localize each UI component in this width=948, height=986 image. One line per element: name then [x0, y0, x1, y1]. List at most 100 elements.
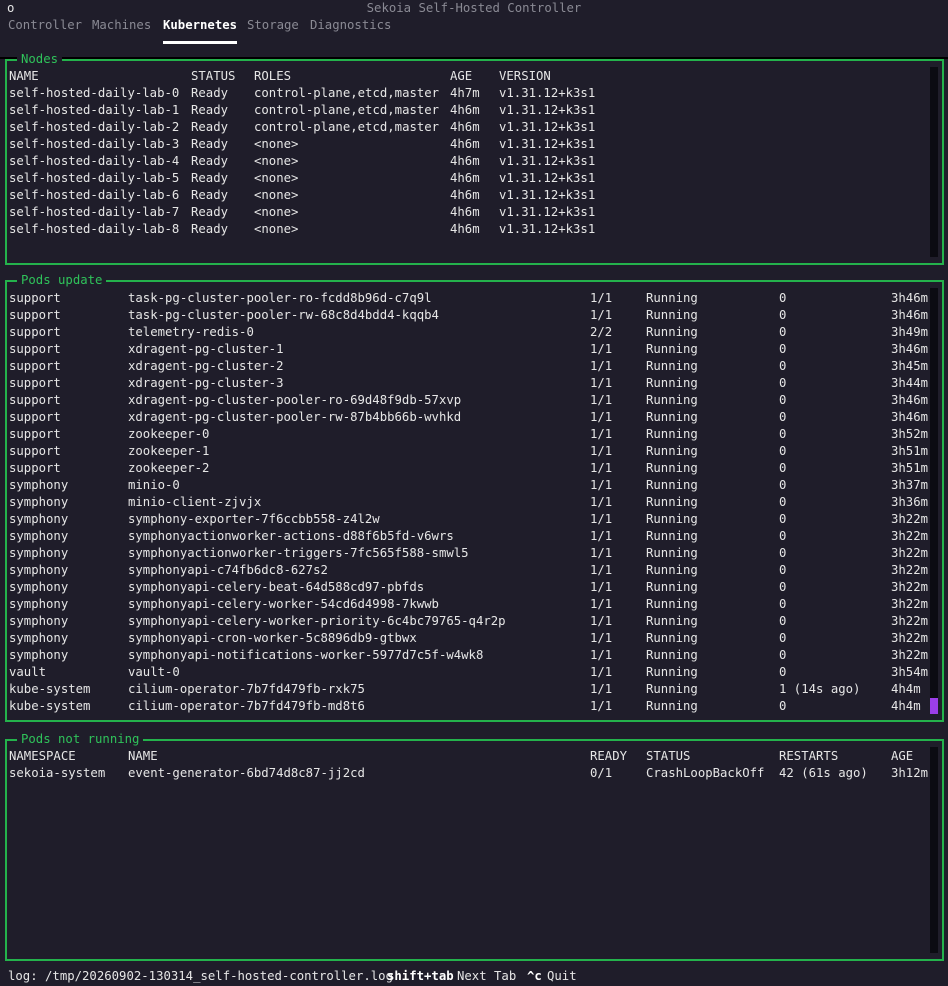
- node-status-cell: Ready: [191, 154, 229, 168]
- pod-restarts-cell: 0: [779, 478, 787, 492]
- node-row[interactable]: self-hosted-daily-lab-7 Ready <none> 4h6m v1…: [7, 204, 942, 221]
- node-version-cell: v1.31.12+k3s1: [499, 86, 596, 100]
- pod-row[interactable]: support xdragent-pg-cluster-pooler-rw-87b…: [7, 409, 942, 426]
- tab-controller[interactable]: Controller: [8, 18, 82, 32]
- pod-row[interactable]: support zookeeper-0 1/1 Running 0 3h52m: [7, 426, 942, 443]
- pod-row[interactable]: support task-pg-cluster-pooler-ro-fcdd8b9…: [7, 290, 942, 307]
- node-age-cell: 4h6m: [450, 103, 480, 117]
- pod-row[interactable]: symphony symphonyactionworker-triggers-7f…: [7, 545, 942, 562]
- pod-row[interactable]: kube-system cilium-operator-7b7fd479fb-md…: [7, 698, 942, 715]
- pod-status-cell: Running: [646, 291, 698, 305]
- pod-status-cell: Running: [646, 393, 698, 407]
- node-status-cell: Ready: [191, 86, 229, 100]
- pod-row[interactable]: symphony symphonyapi-celery-worker-54cd6d…: [7, 596, 942, 613]
- pod-age-cell: 4h4m: [891, 699, 921, 713]
- column-header-status[interactable]: STATUS: [191, 68, 235, 85]
- pod-row[interactable]: support xdragent-pg-cluster-2 1/1 Running 0 3…: [7, 358, 942, 375]
- pod-namespace-cell: support: [9, 342, 61, 356]
- pod-name-cell: zookeeper-1: [128, 444, 210, 458]
- pod-row[interactable]: symphony symphonyapi-celery-worker-priori…: [7, 613, 942, 630]
- pod-name-cell: task-pg-cluster-pooler-ro-fcdd8b96d-c7q9…: [128, 291, 432, 305]
- not-running-pod-status-cell: CrashLoopBackOff: [646, 766, 765, 780]
- pod-age-cell: 3h49m: [891, 325, 929, 339]
- not-running-pod-row[interactable]: sekoia-system event-generator-6bd74d8c87-…: [7, 765, 942, 782]
- node-status-cell: Ready: [191, 222, 229, 236]
- pods-not-running-panel-title: Pods not running: [17, 732, 144, 746]
- pod-row[interactable]: symphony symphonyapi-celery-beat-64d588cd…: [7, 579, 942, 596]
- pod-restarts-cell: 0: [779, 461, 787, 475]
- pod-row[interactable]: support zookeeper-1 1/1 Running 0 3h51m: [7, 443, 942, 460]
- pod-restarts-cell: 0: [779, 631, 787, 645]
- pod-row[interactable]: support task-pg-cluster-pooler-rw-68c8d4b…: [7, 307, 942, 324]
- node-row[interactable]: self-hosted-daily-lab-5 Ready <none> 4h6m v1…: [7, 170, 942, 187]
- pod-row[interactable]: symphony symphony-exporter-7f6ccbb558-z4l…: [7, 511, 942, 528]
- column-header-namespace[interactable]: NAMESPACE: [9, 748, 76, 765]
- node-age-cell: 4h6m: [450, 154, 480, 168]
- column-header-roles[interactable]: ROLES: [254, 68, 291, 85]
- pod-restarts-cell: 0: [779, 325, 787, 339]
- pod-row[interactable]: symphony symphonyapi-cron-worker-5c8896db…: [7, 630, 942, 647]
- pods-update-scrollbar[interactable]: [930, 288, 938, 714]
- pod-ready-cell: 1/1: [590, 342, 613, 356]
- node-row[interactable]: self-hosted-daily-lab-6 Ready <none> 4h6m v1…: [7, 187, 942, 204]
- tab-storage[interactable]: Storage: [247, 18, 299, 32]
- node-row[interactable]: self-hosted-daily-lab-4 Ready <none> 4h6m v1…: [7, 153, 942, 170]
- column-header-age[interactable]: AGE: [891, 748, 913, 765]
- column-header-status[interactable]: STATUS: [646, 748, 690, 765]
- pod-age-cell: 3h45m: [891, 359, 929, 373]
- pod-name-cell: minio-0: [128, 478, 180, 492]
- column-header-name[interactable]: NAME: [9, 68, 39, 85]
- node-status-cell: Ready: [191, 205, 229, 219]
- column-header-restarts[interactable]: RESTARTS: [779, 748, 838, 765]
- pod-ready-cell: 1/1: [590, 308, 613, 322]
- pod-age-cell: 3h51m: [891, 444, 929, 458]
- column-header-version[interactable]: VERSION: [499, 68, 551, 85]
- node-row[interactable]: self-hosted-daily-lab-3 Ready <none> 4h6m v1…: [7, 136, 942, 153]
- node-row[interactable]: self-hosted-daily-lab-2 Ready control-plan…: [7, 119, 942, 136]
- pod-age-cell: 3h51m: [891, 461, 929, 475]
- column-header-ready[interactable]: READY: [590, 748, 627, 765]
- pod-ready-cell: 1/1: [590, 648, 613, 662]
- pod-namespace-cell: support: [9, 427, 61, 441]
- pod-status-cell: Running: [646, 648, 698, 662]
- status-bar: log: /tmp/20260902-130314_self-hosted-co…: [0, 968, 948, 986]
- pod-row[interactable]: support xdragent-pg-cluster-1 1/1 Running 0 3…: [7, 341, 942, 358]
- pod-row[interactable]: symphony symphonyapi-notifications-worker…: [7, 647, 942, 664]
- column-header-age[interactable]: AGE: [450, 68, 472, 85]
- pod-ready-cell: 1/1: [590, 427, 613, 441]
- pod-ready-cell: 1/1: [590, 631, 613, 645]
- pod-ready-cell: 1/1: [590, 699, 613, 713]
- pod-status-cell: Running: [646, 325, 698, 339]
- pod-row[interactable]: support telemetry-redis-0 2/2 Running 0 3h49m: [7, 324, 942, 341]
- pod-restarts-cell: 0: [779, 342, 787, 356]
- tab-kubernetes[interactable]: Kubernetes: [163, 18, 238, 44]
- nodes-scrollbar[interactable]: [930, 67, 938, 257]
- pod-row[interactable]: vault vault-0 1/1 Running 0 3h54m: [7, 664, 942, 681]
- tab-machines[interactable]: Machines: [92, 18, 151, 32]
- pod-ready-cell: 1/1: [590, 376, 613, 390]
- pod-restarts-cell: 0: [779, 495, 787, 509]
- pod-ready-cell: 1/1: [590, 546, 613, 560]
- pod-row[interactable]: support zookeeper-2 1/1 Running 0 3h51m: [7, 460, 942, 477]
- node-row[interactable]: self-hosted-daily-lab-8 Ready <none> 4h6m v1…: [7, 221, 942, 238]
- tab-diagnostics[interactable]: Diagnostics: [310, 18, 391, 32]
- pod-row[interactable]: symphony minio-client-zjvjx 1/1 Running 0 3h3…: [7, 494, 942, 511]
- pods-update-scroll-thumb[interactable]: [930, 698, 938, 714]
- pod-restarts-cell: 0: [779, 699, 787, 713]
- column-header-name[interactable]: NAME: [128, 748, 158, 765]
- pod-ready-cell: 1/1: [590, 478, 613, 492]
- pod-row[interactable]: symphony symphonyactionworker-actions-d88…: [7, 528, 942, 545]
- pod-row[interactable]: symphony symphonyapi-c74fb6dc8-627s2 1/1 Ru…: [7, 562, 942, 579]
- pod-row[interactable]: symphony minio-0 1/1 Running 0 3h37m: [7, 477, 942, 494]
- node-row[interactable]: self-hosted-daily-lab-1 Ready control-plan…: [7, 102, 942, 119]
- pod-name-cell: symphonyapi-celery-worker-54cd6d4998-7kw…: [128, 597, 439, 611]
- pod-namespace-cell: support: [9, 359, 61, 373]
- node-row[interactable]: self-hosted-daily-lab-0 Ready control-plan…: [7, 85, 942, 102]
- pod-row[interactable]: kube-system cilium-operator-7b7fd479fb-rx…: [7, 681, 942, 698]
- pod-row[interactable]: support xdragent-pg-cluster-3 1/1 Running 0 3…: [7, 375, 942, 392]
- pod-status-cell: Running: [646, 359, 698, 373]
- pods-not-running-scrollbar[interactable]: [930, 747, 938, 953]
- node-roles-cell: <none>: [254, 171, 299, 185]
- pod-row[interactable]: support xdragent-pg-cluster-pooler-ro-69d…: [7, 392, 942, 409]
- pod-age-cell: 3h46m: [891, 342, 929, 356]
